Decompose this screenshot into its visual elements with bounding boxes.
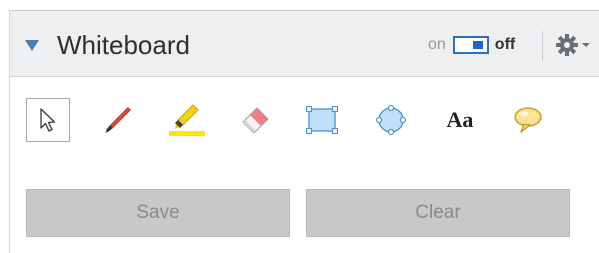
text-tool-button[interactable]: Aa	[438, 98, 482, 142]
speech-bubble-icon	[514, 107, 542, 133]
speech-bubble-tool-button[interactable]	[506, 98, 550, 142]
whiteboard-toggle[interactable]: on off	[428, 33, 515, 57]
header-divider	[542, 31, 543, 61]
rectangle-icon	[306, 106, 338, 134]
save-button[interactable]: Save	[26, 189, 290, 237]
tool-bar: Aa	[26, 98, 591, 148]
toggle-knob	[472, 41, 483, 49]
toggle-switch[interactable]	[452, 36, 489, 54]
gear-icon	[556, 34, 578, 56]
clear-button[interactable]: Clear	[306, 189, 570, 237]
pen-tool-button[interactable]	[96, 98, 140, 142]
collapse-arrow-icon[interactable]	[25, 40, 39, 51]
eraser-tool-button[interactable]	[233, 98, 277, 142]
cursor-icon	[40, 108, 56, 132]
highlighter-icon	[169, 104, 205, 136]
panel-title: Whiteboard	[57, 30, 190, 60]
highlighter-tool-button[interactable]	[165, 98, 209, 142]
rectangle-tool-button[interactable]	[300, 98, 344, 142]
chevron-down-icon	[582, 43, 590, 47]
toggle-on-label: on	[428, 36, 446, 53]
panel-header[interactable]: Whiteboard on off	[10, 10, 599, 77]
pen-icon	[105, 107, 131, 133]
toggle-off-label: off	[494, 36, 516, 53]
whiteboard-panel: Whiteboard on off Aa Save Clear	[9, 10, 599, 253]
circle-tool-button[interactable]	[369, 98, 413, 142]
text-icon: Aa	[446, 107, 474, 132]
settings-menu-button[interactable]	[555, 31, 595, 59]
select-tool-button[interactable]	[26, 98, 70, 142]
eraser-icon	[242, 107, 269, 134]
circle-icon	[375, 104, 407, 136]
